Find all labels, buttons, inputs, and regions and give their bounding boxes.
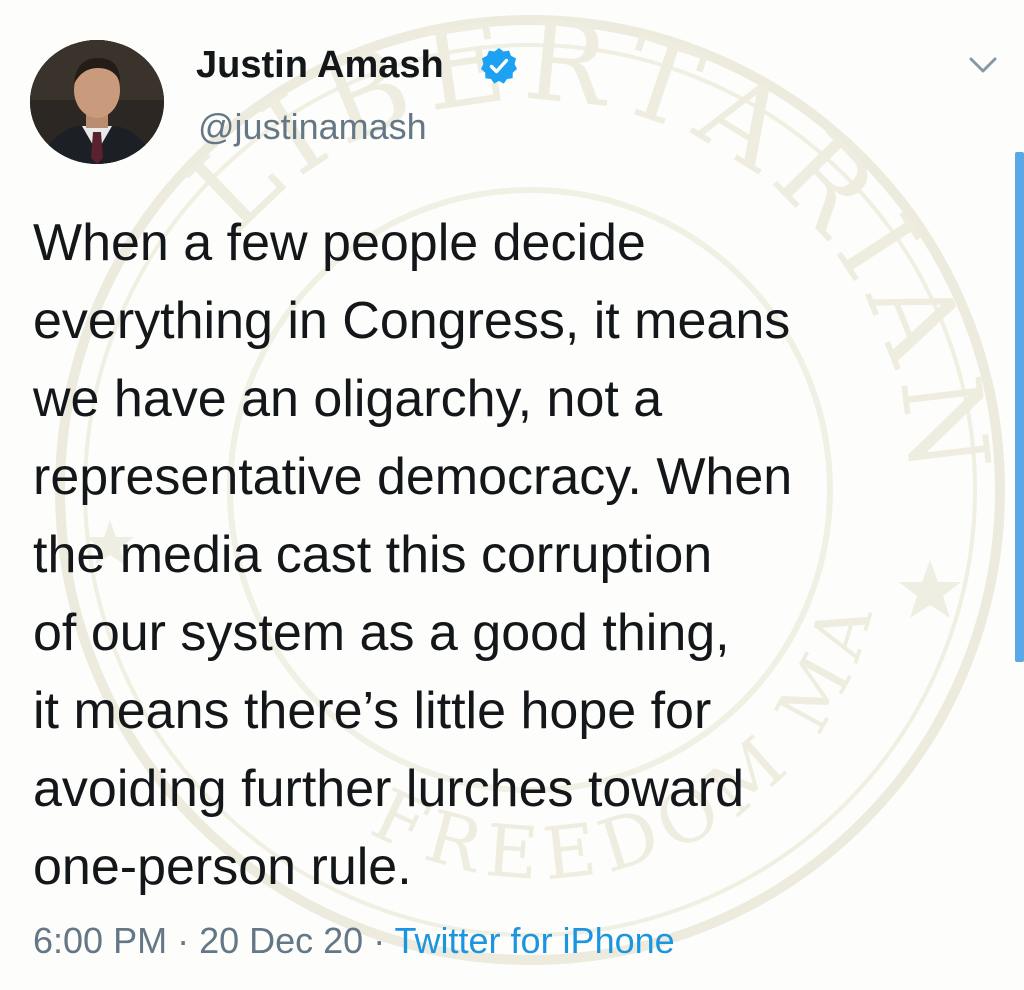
chevron-down-icon[interactable] xyxy=(965,50,1001,80)
tweet-meta: 6:00 PM · 20 Dec 20 · Twitter for iPhone xyxy=(33,920,675,962)
scrollbar[interactable] xyxy=(1015,152,1024,662)
tweet-line: the media cast this corruption xyxy=(33,526,713,584)
tweet-line: everything in Congress, it means xyxy=(33,292,791,350)
tweet-line: of our system as a good thing, xyxy=(33,604,730,662)
verified-badge-icon xyxy=(481,48,517,84)
tweet-time[interactable]: 6:00 PM xyxy=(33,920,167,961)
tweet-line: we have an oligarchy, not a xyxy=(33,370,663,428)
avatar[interactable] xyxy=(30,40,164,164)
tweet-card: LIBERTARIAN FREEDOM MATTERS Justin Amash xyxy=(0,0,1024,990)
tweet-source-link[interactable]: Twitter for iPhone xyxy=(395,920,675,961)
tweet-line: avoiding further lurches toward xyxy=(33,760,745,818)
user-handle[interactable]: @justinamash xyxy=(198,106,427,148)
display-name[interactable]: Justin Amash xyxy=(196,44,444,87)
meta-separator: · xyxy=(363,920,395,961)
tweet-date[interactable]: 20 Dec 20 xyxy=(199,920,363,961)
tweet-line: When a few people decide xyxy=(33,214,646,272)
tweet-text: When a few people decide everything in C… xyxy=(33,204,973,906)
profile-photo xyxy=(30,40,164,164)
tweet-line: it means there’s little hope for xyxy=(33,682,712,740)
tweet-line: one-person rule. xyxy=(33,838,412,896)
meta-separator: · xyxy=(167,920,200,961)
tweet-line: representative democracy. When xyxy=(33,448,793,506)
